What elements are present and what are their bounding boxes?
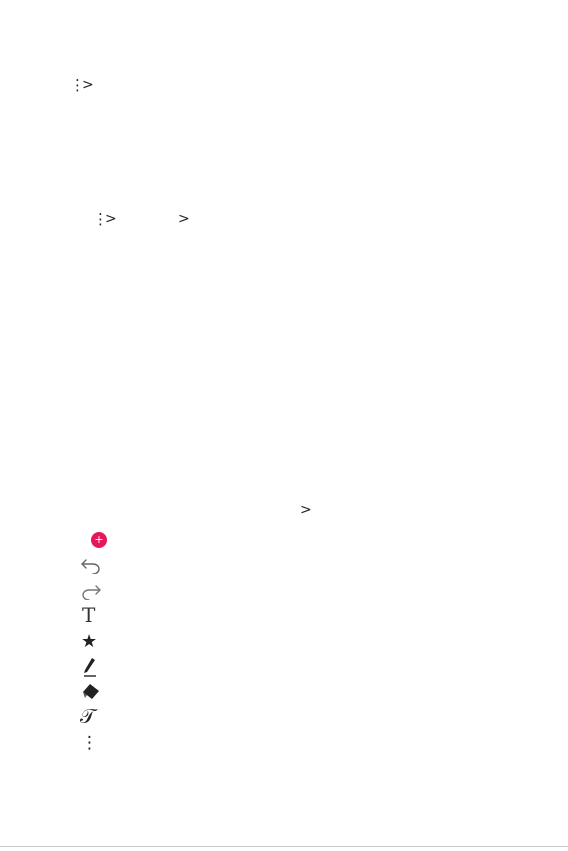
redo-icon xyxy=(80,582,102,600)
text-icon: T xyxy=(82,603,96,627)
more-vertical-icon: ⋮ xyxy=(81,733,98,753)
handwriting-icon: 𝒯 xyxy=(80,704,96,728)
eraser-icon xyxy=(81,683,101,701)
path-chevron: > xyxy=(82,77,94,93)
path-chevron: > xyxy=(178,211,190,227)
path-chevron: > xyxy=(300,502,312,518)
path-chevron: > xyxy=(105,211,117,227)
undo-icon xyxy=(80,556,102,574)
star-icon: ★ xyxy=(81,631,98,652)
pen-icon xyxy=(82,657,98,677)
page-footer-rule xyxy=(0,846,568,847)
add-icon: + xyxy=(91,532,107,548)
